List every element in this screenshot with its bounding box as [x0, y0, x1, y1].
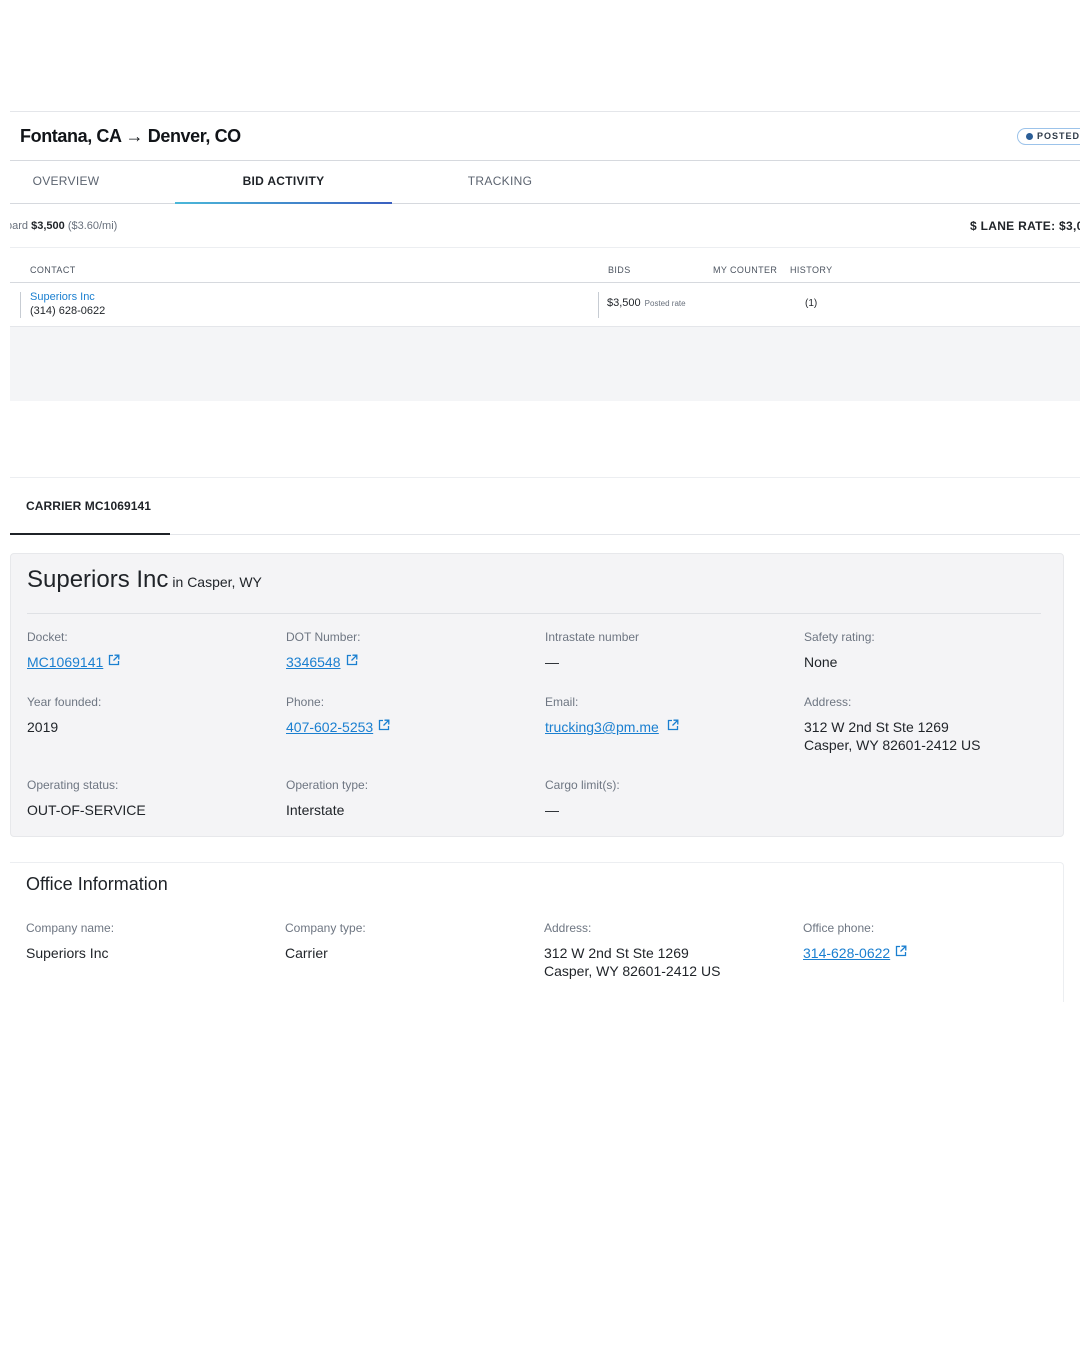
office-phone-label: Office phone:	[803, 921, 875, 935]
cargo-limit-value: —	[545, 802, 559, 818]
column-my-counter: MY COUNTER	[713, 265, 778, 275]
column-bids: BIDS	[608, 265, 631, 275]
phone-field: 407-602-5253	[286, 718, 390, 736]
load-card: Fontana, CA → Denver, CO POSTED OVERVIEW…	[10, 111, 1080, 401]
bids-empty-area	[10, 327, 1080, 401]
email-label: Email:	[545, 695, 579, 709]
address-label: Address:	[804, 695, 852, 709]
phone-label: Phone:	[286, 695, 325, 709]
docket-label: Docket:	[27, 630, 68, 644]
intrastate-label: Intrastate number	[545, 630, 640, 644]
office-phone-field: 314-628-0622	[803, 944, 907, 962]
operation-type-label: Operation type:	[286, 778, 369, 792]
row-divider	[598, 292, 599, 318]
load-header: Fontana, CA → Denver, CO POSTED	[10, 111, 1080, 161]
tab-bid-activity[interactable]: BID ACTIVITY	[175, 161, 392, 204]
office-address-label: Address:	[544, 921, 592, 935]
lane-rate: $ LANE RATE: $3,0	[970, 219, 1080, 233]
globe-dot-icon	[1026, 132, 1033, 140]
status-badge: POSTED	[1017, 128, 1080, 145]
office-phone-link[interactable]: 314-628-0622	[803, 945, 890, 961]
company-name-value: Superiors Inc	[26, 945, 109, 961]
rate-per-mile: ($3.60/mi)	[67, 220, 118, 232]
address-line2: Casper, WY 82601-2412 US	[804, 737, 981, 753]
carrier-tabs: CARRIER MC1069141	[10, 477, 1080, 535]
intrastate-value: —	[545, 654, 559, 670]
table-row[interactable]: Superiors Inc (314) 628-0622 $3,500 Poste…	[10, 283, 1080, 327]
dot-number-label: DOT Number:	[286, 630, 361, 644]
operating-status-label: Operating status:	[27, 778, 119, 792]
safety-rating-label: Safety rating:	[804, 630, 875, 644]
tab-tracking[interactable]: TRACKING	[445, 161, 555, 204]
office-information-card: Office Information Company name: Superio…	[10, 862, 1064, 1002]
company-type-value: Carrier	[285, 945, 328, 961]
bid-note: Posted rate	[644, 299, 686, 308]
status-badge-label: POSTED	[1037, 131, 1080, 141]
carrier-name: Superiors Inc	[27, 566, 169, 593]
divider	[27, 613, 1041, 614]
carrier-heading: Superiors Inc in Casper, WY	[27, 566, 262, 594]
email-field: trucking3@pm.me	[545, 718, 679, 736]
carrier-location: in Casper, WY	[172, 574, 262, 590]
rate-summary: oard $3,500 ($3.60/mi) $ LANE RATE: $3,0	[10, 204, 1080, 248]
office-address-line1: 312 W 2nd St Ste 1269	[544, 945, 689, 961]
dot-number-field: 3346548	[286, 653, 358, 671]
column-contact: CONTACT	[30, 265, 76, 275]
operating-status-value: OUT-OF-SERVICE	[27, 802, 146, 818]
office-information-title: Office Information	[26, 874, 168, 894]
bids-table-header: CONTACT BIDS MY COUNTER HISTORY	[10, 248, 1080, 283]
column-history: HISTORY	[790, 265, 833, 275]
phone-link[interactable]: 407-602-5253	[286, 719, 373, 735]
bid-history-count[interactable]: (1)	[805, 298, 817, 309]
bid-value: $3,500	[607, 297, 641, 309]
posted-rate: oard $3,500 ($3.60/mi)	[10, 220, 117, 232]
external-link-icon[interactable]	[667, 719, 679, 731]
year-founded-label: Year founded:	[27, 695, 102, 709]
external-link-icon[interactable]	[895, 945, 907, 957]
rate-amount: $3,500	[31, 220, 65, 232]
address-line1: 312 W 2nd St Ste 1269	[804, 719, 949, 735]
docket-field: MC1069141	[27, 653, 120, 671]
email-link[interactable]: trucking3@pm.me	[545, 719, 659, 735]
page-title: Fontana, CA → Denver, CO	[20, 126, 241, 146]
year-founded-value: 2019	[27, 719, 59, 735]
tab-carrier[interactable]: CARRIER MC1069141	[10, 478, 170, 535]
external-link-icon[interactable]	[108, 654, 120, 666]
docket-link[interactable]: MC1069141	[27, 654, 103, 670]
bid-amount: $3,500 Posted rate	[607, 297, 686, 309]
rate-prefix: oard	[10, 220, 29, 232]
office-address-line2: Casper, WY 82601-2412 US	[544, 963, 721, 979]
external-link-icon[interactable]	[346, 654, 358, 666]
cargo-limit-label: Cargo limit(s):	[545, 778, 620, 792]
contact-name-link[interactable]: Superiors Inc	[30, 291, 95, 303]
operation-type-value: Interstate	[286, 802, 345, 818]
company-type-label: Company type:	[285, 921, 366, 935]
tab-overview[interactable]: OVERVIEW	[10, 161, 122, 204]
dot-number-link[interactable]: 3346548	[286, 654, 341, 670]
row-divider	[20, 292, 21, 318]
load-tabs: OVERVIEW BID ACTIVITY TRACKING	[10, 161, 1080, 204]
carrier-card: Superiors Inc in Casper, WY Docket: MC106…	[10, 553, 1064, 837]
contact-phone: (314) 628-0622	[30, 305, 106, 317]
company-name-label: Company name:	[26, 921, 115, 935]
external-link-icon[interactable]	[378, 719, 390, 731]
safety-rating-value: None	[804, 654, 838, 670]
